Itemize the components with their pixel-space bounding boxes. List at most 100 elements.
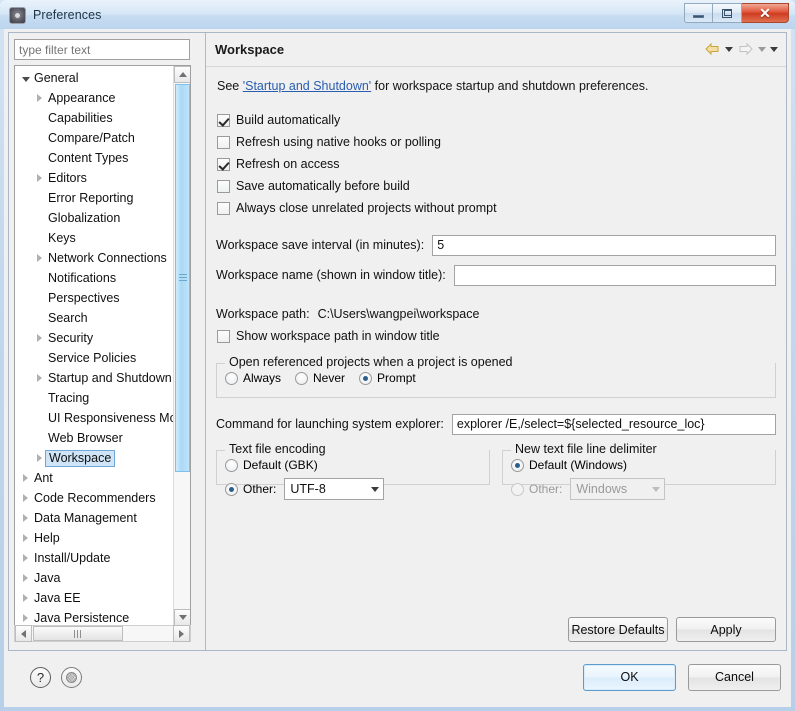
twisty-collapsed-icon[interactable] xyxy=(33,254,46,262)
tree-item-globalization[interactable]: Globalization xyxy=(15,208,173,228)
radio-never[interactable]: Never xyxy=(295,371,345,385)
encoding-default-radio[interactable] xyxy=(225,458,238,472)
checkbox-row-0[interactable]: Build automatically xyxy=(216,109,776,131)
scroll-up-button[interactable] xyxy=(174,66,190,83)
radio-button-always[interactable] xyxy=(225,371,238,385)
cancel-button[interactable]: Cancel xyxy=(688,663,781,691)
workspace-name-input[interactable] xyxy=(453,264,776,286)
twisty-expanded-icon[interactable] xyxy=(19,74,32,82)
twisty-collapsed-icon[interactable] xyxy=(19,594,32,602)
tree-item-data-management[interactable]: Data Management xyxy=(15,508,173,528)
delimiter-default-radio[interactable] xyxy=(511,458,524,472)
explorer-command-input[interactable] xyxy=(451,413,776,435)
twisty-collapsed-icon[interactable] xyxy=(19,514,32,522)
radio-always[interactable]: Always xyxy=(225,371,281,385)
tree-item-web-browser[interactable]: Web Browser xyxy=(15,428,173,448)
preferences-tree[interactable]: General Appearance Capabilities Compare/Pat… xyxy=(14,65,191,627)
tree-item-network-connections[interactable]: Network Connections xyxy=(15,248,173,268)
scroll-left-button[interactable] xyxy=(15,625,32,642)
encoding-combo-arrow[interactable] xyxy=(366,479,383,499)
encoding-default-radio-row[interactable]: Default (GBK) xyxy=(225,454,481,476)
tree-horizontal-scrollbar[interactable] xyxy=(14,625,191,642)
twisty-collapsed-icon[interactable] xyxy=(19,494,32,502)
tree-item-label: Data Management xyxy=(34,511,137,525)
checkbox-row-4[interactable]: Always close unrelated projects without … xyxy=(216,197,776,219)
tree-item-java[interactable]: Java xyxy=(15,568,173,588)
radio-button-prompt[interactable] xyxy=(359,371,373,385)
back-dropdown-icon[interactable] xyxy=(725,47,733,52)
scroll-right-button[interactable] xyxy=(173,625,190,642)
checkbox-row-1[interactable]: Refresh using native hooks or polling xyxy=(216,131,776,153)
twisty-collapsed-icon[interactable] xyxy=(33,174,46,182)
tree-item-help[interactable]: Help xyxy=(15,528,173,548)
help-icon[interactable]: ? xyxy=(30,666,51,688)
minimize-button[interactable] xyxy=(684,3,713,23)
tree-item-service-policies[interactable]: Service Policies xyxy=(15,348,173,368)
tree-item-appearance[interactable]: Appearance xyxy=(15,88,173,108)
checkbox-refresh-using-native-hooks-or-polling[interactable] xyxy=(217,135,230,149)
tree-item-code-recommenders[interactable]: Code Recommenders xyxy=(15,488,173,508)
checkbox-always-close-unrelated-projects-without-prompt[interactable] xyxy=(217,201,230,215)
restore-defaults-button[interactable]: Restore Defaults xyxy=(568,617,668,642)
tree-item-tracing[interactable]: Tracing xyxy=(15,388,173,408)
save-interval-label: Workspace save interval (in minutes): xyxy=(216,238,425,252)
show-workspace-path-checkbox[interactable] xyxy=(217,329,230,343)
delimiter-default-radio-row[interactable]: Default (Windows) xyxy=(511,454,767,476)
twisty-collapsed-icon[interactable] xyxy=(33,374,46,382)
tree-item-keys[interactable]: Keys xyxy=(15,228,173,248)
tree-item-search[interactable]: Search xyxy=(15,308,173,328)
delimiter-other-radio-row[interactable]: Other: Windows xyxy=(511,476,767,502)
twisty-collapsed-icon[interactable] xyxy=(33,94,46,102)
back-arrow-icon[interactable] xyxy=(704,42,721,57)
encoding-other-radio[interactable] xyxy=(225,482,238,496)
tree-item-label: Keys xyxy=(48,231,76,245)
show-workspace-path-checkbox-row[interactable]: Show workspace path in window title xyxy=(216,325,776,347)
checkbox-save-automatically-before-build[interactable] xyxy=(217,179,230,193)
checkbox-refresh-on-access[interactable] xyxy=(217,157,230,171)
tree-item-content-types[interactable]: Content Types xyxy=(15,148,173,168)
tree-item-ui-responsiveness-monitoring[interactable]: UI Responsiveness Monitoring xyxy=(15,408,173,428)
tree-item-workspace[interactable]: Workspace xyxy=(15,448,173,468)
maximize-button[interactable] xyxy=(713,3,742,23)
tree-item-perspectives[interactable]: Perspectives xyxy=(15,288,173,308)
tree-item-install-update[interactable]: Install/Update xyxy=(15,548,173,568)
checkbox-build-automatically[interactable] xyxy=(217,113,230,127)
delimiter-other-radio[interactable] xyxy=(511,482,524,496)
tree-item-ant[interactable]: Ant xyxy=(15,468,173,488)
tree-item-editors[interactable]: Editors xyxy=(15,168,173,188)
scrollbar-thumb[interactable] xyxy=(175,84,190,472)
twisty-collapsed-icon[interactable] xyxy=(19,574,32,582)
tree-item-notifications[interactable]: Notifications xyxy=(15,268,173,288)
save-interval-input[interactable] xyxy=(432,234,776,256)
window-title: Preferences xyxy=(33,8,102,22)
twisty-collapsed-icon[interactable] xyxy=(19,554,32,562)
tree-item-java-ee[interactable]: Java EE xyxy=(15,588,173,608)
tree-vertical-scrollbar[interactable] xyxy=(173,66,190,626)
scroll-down-button[interactable] xyxy=(174,609,190,626)
encoding-combo[interactable]: UTF-8 xyxy=(284,478,385,500)
tree-item-error-reporting[interactable]: Error Reporting xyxy=(15,188,173,208)
checkbox-row-3[interactable]: Save automatically before build xyxy=(216,175,776,197)
tree-item-compare-patch[interactable]: Compare/Patch xyxy=(15,128,173,148)
text-file-encoding-options: Default (GBK) Other: UTF-8 xyxy=(225,454,481,500)
tree-item-startup-and-shutdown[interactable]: Startup and Shutdown xyxy=(15,368,173,388)
gear-icon[interactable] xyxy=(61,666,82,688)
hscrollbar-thumb[interactable] xyxy=(33,626,123,641)
radio-prompt[interactable]: Prompt xyxy=(359,371,416,385)
startup-shutdown-link[interactable]: 'Startup and Shutdown' xyxy=(243,79,371,93)
tree-item-security[interactable]: Security xyxy=(15,328,173,348)
filter-input[interactable] xyxy=(14,39,190,60)
apply-button[interactable]: Apply xyxy=(676,617,776,642)
tree-item-general[interactable]: General xyxy=(15,68,173,88)
view-menu-icon[interactable] xyxy=(770,47,778,52)
twisty-collapsed-icon[interactable] xyxy=(19,614,32,622)
twisty-collapsed-icon[interactable] xyxy=(19,534,32,542)
tree-item-capabilities[interactable]: Capabilities xyxy=(15,108,173,128)
close-button[interactable]: ✕ xyxy=(742,3,789,23)
encoding-other-radio-row[interactable]: Other: UTF-8 xyxy=(225,476,481,502)
ok-button[interactable]: OK xyxy=(583,663,676,691)
twisty-collapsed-icon[interactable] xyxy=(19,474,32,482)
checkbox-row-2[interactable]: Refresh on access xyxy=(216,153,776,175)
twisty-collapsed-icon[interactable] xyxy=(33,334,46,342)
radio-button-never[interactable] xyxy=(295,371,309,385)
